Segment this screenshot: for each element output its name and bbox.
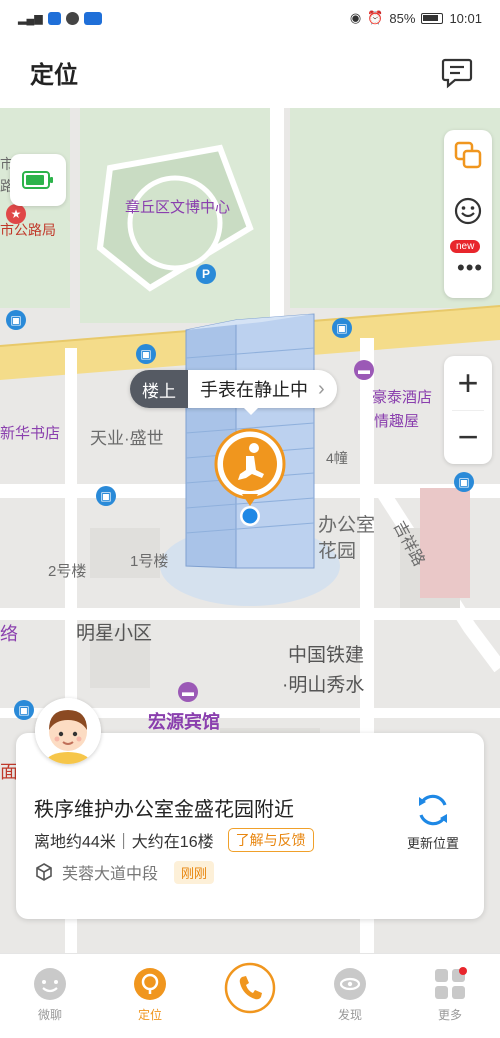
map-label: 络 [0,624,18,644]
map-label: 2号楼 [48,563,87,580]
app-notification-icon [47,11,61,25]
bus-stop-icon[interactable]: ▣ [6,310,26,330]
eye-icon: ◉ [349,10,362,25]
phone-icon [224,962,276,1014]
parking-icon[interactable]: P [196,264,216,284]
watch-status-bubble[interactable]: 楼上 手表在静止中 › [130,370,337,408]
page-title: 定位 [30,61,78,89]
feedback-button[interactable]: 了解与反馈 [227,828,314,852]
map-label: 豪泰酒店 [372,389,433,406]
cube-icon [36,863,52,881]
bottom-nav: 微聊 定位 发现 更多 [0,953,500,1038]
tab-chat[interactable]: 微聊 [15,966,85,1023]
new-badge: new [450,240,481,253]
map-label: 市公路局 [0,222,56,238]
floor-tag: 楼上 [130,370,188,408]
refresh-icon [419,794,447,826]
map-label: 办公室 [318,515,376,536]
alarm-icon: ⏰ [367,10,384,25]
chat-icon[interactable] [440,55,474,89]
status-icons-right: ◉ ⏰ 85% 10:01 [350,10,482,26]
map-layer-icon[interactable] [451,138,485,172]
watch-battery-indicator[interactable] [10,154,66,206]
battery-icon [421,12,444,24]
location-address: 秩序维护办公室金盛花园附近 [34,799,294,821]
app-header: 定位 [0,36,500,108]
government-icon[interactable]: ★ [6,204,26,224]
battery-icon [22,171,53,189]
road-name: 芙蓉大道中段 [62,866,159,883]
more-options-icon[interactable]: ••• [457,257,483,279]
tab-discover[interactable]: 发现 [315,966,385,1023]
tab-location[interactable]: 定位 [115,966,185,1023]
bus-stop-icon[interactable]: ▣ [136,344,156,364]
status-bar: ▂▄▆ ◉ ⏰ 85% 10:01 [0,0,500,36]
refresh-location-button[interactable]: 更新位置 [398,791,468,861]
grid-icon [435,967,467,999]
refresh-label: 更新位置 [406,836,459,851]
map-label: 中国铁建 [288,645,365,666]
map-tools-panel: new ••• [444,130,492,298]
signal-icon: ▂▄▆ [18,12,43,25]
tab-more[interactable]: 更多 [415,966,485,1023]
discover-icon [334,968,366,1000]
height-text: 离地约44米｜大约在16楼 [34,834,214,851]
height-detail: 离地约44米｜大约在16楼 了解与反馈 [34,828,314,852]
bus-stop-icon[interactable]: ▣ [332,318,352,338]
status-text: 手表在静止中 [200,380,308,400]
tab-label: 发现 [337,1008,362,1022]
zoom-controls: + − [444,356,492,464]
status-text-wrap: 手表在静止中 › [188,370,337,408]
map-label: ·明山秀水 [282,675,365,696]
app-badge-icon [83,11,102,25]
map-label: 新华书店 [0,425,61,442]
map-label: 宏源宾馆 [148,712,220,732]
zoom-out-button[interactable]: − [444,410,492,464]
tab-label: 定位 [137,1008,162,1022]
tab-label: 微聊 [37,1008,62,1022]
status-icons-left: ▂▄▆ [18,11,102,25]
map-label: 花园 [318,541,357,562]
map-label: 章丘区文博中心 [125,199,231,216]
clock: 10:01 [449,10,482,26]
battery-percent: 85% [389,10,416,26]
map-label: 天业·盛世 [90,429,164,448]
bus-stop-icon[interactable]: ▣ [96,486,116,506]
bus-stop-icon[interactable]: ▣ [14,700,34,720]
road-row: 芙蓉大道中段 刚刚 [34,860,215,884]
child-avatar[interactable] [35,698,101,764]
map-label: 明星小区 [76,623,153,644]
tab-label: 更多 [437,1008,462,1022]
zoom-in-button[interactable]: + [444,356,492,410]
bubble-tail [243,407,259,415]
smiley-icon[interactable] [451,194,485,228]
map-label: 情趣屋 [374,413,420,430]
hotel-icon[interactable]: ▬ [354,360,374,380]
call-button[interactable] [215,962,285,1014]
location-icon [134,968,166,1000]
chat-bubble-icon [34,968,66,1000]
message-icon [65,11,79,25]
map-label: 1号楼 [130,553,169,570]
chevron-right-icon: › [318,377,325,400]
location-info-card: 秩序维护办公室金盛花园附近 离地约44米｜大约在16楼 了解与反馈 芙蓉大道中段… [16,733,484,919]
hotel-icon[interactable]: ▬ [178,682,198,702]
bus-stop-icon[interactable]: ▣ [454,472,474,492]
time-badge: 刚刚 [174,860,215,884]
map-label: 4幢 [326,450,348,466]
